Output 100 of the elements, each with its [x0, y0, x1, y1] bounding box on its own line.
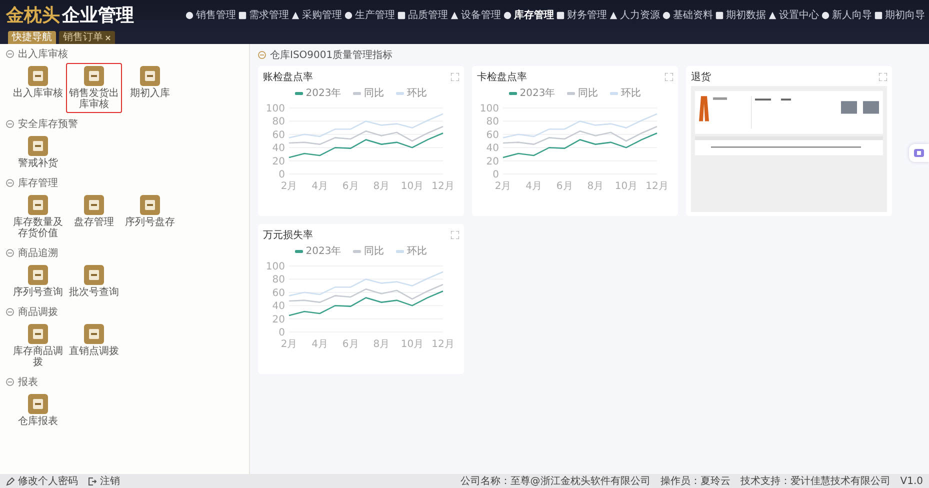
menu-item[interactable]: 出入库审核 — [10, 63, 66, 113]
axis-tick-label: 100 — [266, 104, 285, 114]
fullscreen-icon[interactable] — [451, 73, 459, 81]
axis-tick-label: 60 — [486, 130, 499, 141]
nav-icon — [768, 10, 777, 20]
menu-item[interactable]: 序列号盘存 — [122, 192, 178, 242]
nav-item[interactable]: 财务管理 — [556, 6, 607, 24]
nav-item[interactable]: 采购管理 — [291, 6, 342, 24]
legend-label: 环比 — [621, 86, 642, 100]
collapse-icon[interactable] — [6, 248, 14, 256]
axis-tick-label: 8月 — [373, 339, 390, 350]
axis-tick-label: 8月 — [587, 181, 604, 192]
version-label: V1.0 — [900, 476, 923, 486]
pencil-icon — [6, 476, 15, 486]
legend-label: 环比 — [407, 244, 428, 258]
operator-name: 操作员：夏玲云 — [660, 475, 730, 488]
nav-item[interactable]: 销售管理 — [185, 6, 236, 24]
nav-icon — [556, 10, 565, 20]
box-icon — [28, 265, 48, 285]
axis-tick-label: 60 — [272, 130, 285, 141]
axis-tick-label: 0 — [278, 170, 285, 180]
section-title: 报表 — [18, 376, 38, 388]
axis-tick-label: 2月 — [494, 181, 512, 192]
nav-icon — [450, 10, 459, 20]
footer-link[interactable]: 修改个人密码 — [6, 474, 78, 488]
footer-link[interactable]: 注销 — [88, 474, 120, 488]
card-title: 卡检盘点率 — [477, 70, 527, 84]
fullscreen-icon[interactable] — [665, 73, 673, 81]
nav-icon — [185, 10, 194, 20]
tab[interactable]: 销售订单 — [59, 31, 115, 44]
nav-item[interactable]: 需求管理 — [238, 6, 289, 24]
axis-tick-label: 80 — [272, 274, 285, 286]
company-name: 公司名称：至尊@浙江金枕头软件有限公司 — [460, 474, 650, 488]
box-icon — [140, 66, 160, 86]
axis-tick-label: 0 — [278, 328, 285, 338]
nav-icon — [715, 10, 724, 20]
nav-item[interactable]: 设置中心 — [768, 6, 819, 24]
collapse-icon[interactable] — [258, 51, 266, 59]
collapse-icon[interactable] — [6, 308, 14, 316]
axis-tick-label: 100 — [266, 262, 285, 272]
collapse-icon[interactable] — [6, 378, 14, 386]
legend-label: 同比 — [364, 86, 384, 100]
nav-item[interactable]: 人力资源 — [609, 6, 660, 24]
nav-item[interactable]: 设备管理 — [450, 6, 501, 24]
fullscreen-icon[interactable] — [879, 73, 887, 81]
logout-icon — [88, 476, 97, 486]
section-title: 库存管理 — [18, 176, 58, 190]
legend-label: 同比 — [364, 244, 384, 258]
box-icon — [28, 324, 48, 344]
menu-item[interactable]: 仓库报表 — [10, 391, 66, 430]
axis-tick-label: 20 — [272, 156, 285, 168]
legend-label: 环比 — [407, 86, 428, 100]
menu-item[interactable]: 直销点调拨 — [66, 321, 122, 371]
box-icon — [84, 265, 104, 285]
menu-item[interactable]: 批次号查询 — [66, 262, 122, 301]
nav-icon — [821, 10, 830, 20]
menu-item[interactable]: 库存数量及存货价值 — [10, 192, 66, 242]
axis-tick-label: 40 — [272, 143, 285, 154]
menu-item[interactable]: 序列号查询 — [10, 262, 66, 301]
legend-label: 同比 — [578, 86, 598, 100]
section-title: 商品调拨 — [18, 306, 58, 318]
section-title: 出入库审核 — [18, 48, 68, 60]
nav-item[interactable]: 期初向导 — [874, 6, 925, 24]
side-widget-button[interactable] — [909, 144, 929, 162]
collapse-icon[interactable] — [6, 120, 14, 128]
legend-label: 2023年 — [520, 87, 556, 100]
legend-label: 2023年 — [306, 87, 342, 100]
menu-item[interactable]: 销售发货出库审核 — [66, 63, 122, 113]
logo-brand: 金枕头 — [6, 4, 60, 27]
fullscreen-icon[interactable] — [451, 231, 459, 239]
nav-icon — [397, 10, 406, 20]
nav-item[interactable]: 生产管理 — [344, 6, 395, 24]
menu-item[interactable]: 盘存管理 — [66, 192, 122, 242]
box-icon — [28, 136, 48, 156]
section-title: 商品追溯 — [18, 246, 58, 260]
nav-item[interactable]: 新人向导 — [821, 6, 872, 24]
chat-icon — [913, 147, 925, 159]
menu-item[interactable]: 警戒补货 — [10, 133, 66, 172]
axis-tick-label: 6月 — [342, 181, 359, 192]
axis-tick-label: 40 — [486, 143, 499, 154]
axis-tick-label: 6月 — [556, 181, 573, 192]
nav-item[interactable]: 期初数据 — [715, 6, 766, 24]
axis-tick-label: 4月 — [312, 181, 328, 192]
nav-icon — [291, 10, 300, 20]
legend-label: 2023年 — [306, 245, 342, 258]
card-title: 账检盘点率 — [263, 70, 313, 84]
collapse-icon[interactable] — [6, 50, 14, 58]
axis-tick-label: 8月 — [373, 181, 390, 192]
menu-item[interactable]: 期初入库 — [122, 63, 178, 113]
axis-tick-label: 10月 — [614, 181, 638, 192]
nav-icon — [874, 10, 883, 20]
nav-item[interactable]: 库存管理 — [503, 6, 554, 24]
menu-item[interactable]: 库存商品调拨 — [10, 321, 66, 371]
axis-tick-label: 4月 — [312, 339, 328, 350]
nav-item[interactable]: 品质管理 — [397, 6, 448, 24]
nav-item[interactable]: 基础资料 — [662, 6, 713, 24]
axis-tick-label: 4月 — [526, 181, 542, 192]
collapse-icon[interactable] — [6, 178, 14, 186]
axis-tick-label: 80 — [486, 116, 499, 128]
close-icon[interactable] — [105, 34, 111, 40]
